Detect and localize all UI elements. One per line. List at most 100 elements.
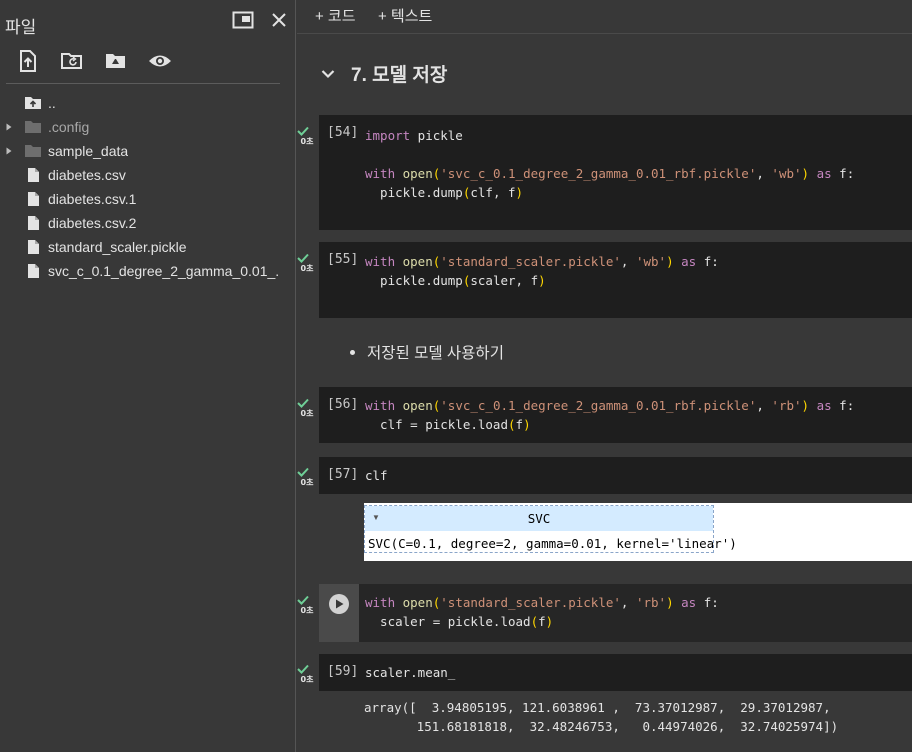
code-cell-55[interactable]: 0초 [55] with open('standard_scaler.pickl…: [297, 242, 912, 318]
expand-arrow-icon[interactable]: [4, 122, 14, 132]
upload-file-button[interactable]: [16, 49, 40, 76]
estimator-diagram[interactable]: ▼ SVC SVC(C=0.1, degree=2, gamma=0.01, k…: [364, 505, 737, 553]
toolbar-divider: [6, 83, 280, 84]
collapse-section-button[interactable]: [319, 65, 337, 83]
file-name: svc_c_0.1_degree_2_gamma_0.01_...: [48, 263, 278, 279]
close-panel-button[interactable]: [267, 10, 291, 34]
keyword: import: [365, 128, 411, 143]
file-icon: [24, 239, 42, 255]
run-time: 0초: [300, 264, 314, 273]
keyword: as: [673, 595, 697, 610]
paren: ): [538, 273, 546, 288]
file-name: diabetes.csv.1: [48, 191, 137, 207]
code-text: ,: [756, 398, 772, 413]
file-tree-item[interactable]: diabetes.csv.2: [0, 211, 296, 235]
notebook-toolbar: + 코드 + 텍스트: [297, 0, 912, 34]
code-cell-58[interactable]: 0초 with open ('standard_scaler.pickle', '…: [297, 584, 912, 642]
checkmark-icon: [297, 126, 309, 136]
code-cell-57[interactable]: 0초 [57] clf: [297, 457, 912, 494]
output-line: 151.68181818, 32.48246753, 0.44974026, 3…: [364, 719, 839, 734]
string-literal: 'rb': [771, 398, 802, 413]
paren: ): [801, 398, 810, 413]
file-tree-item[interactable]: ..: [0, 91, 296, 115]
file-icon: [24, 191, 42, 207]
code-text: pickle.dump: [365, 185, 463, 200]
execution-count: [57]: [327, 467, 359, 482]
refresh-folder-button[interactable]: [60, 50, 84, 76]
estimator-output: ▼ SVC SVC(C=0.1, degree=2, gamma=0.01, k…: [364, 503, 912, 561]
folder-icon: [24, 119, 42, 135]
file-name: diabetes.csv.2: [48, 215, 137, 231]
code-cell-59[interactable]: 0초 [59] scaler.mean_: [297, 654, 912, 691]
paren: ): [801, 166, 810, 181]
output-line: array([ 3.94805195, 121.6038961 , 73.370…: [364, 700, 831, 715]
section-title: 7. 모델 저장: [351, 65, 448, 86]
show-hidden-files-button[interactable]: [148, 50, 172, 76]
file-tree-item[interactable]: diabetes.csv.1: [0, 187, 296, 211]
file-name: standard_scaler.pickle: [48, 239, 187, 255]
mount-drive-button[interactable]: [104, 50, 128, 76]
keyword: with: [365, 166, 396, 181]
paren: (: [508, 417, 516, 432]
cell-output: array([ 3.94805195, 121.6038961 , 73.370…: [364, 698, 838, 736]
string-literal: 'standard_scaler.pickle': [440, 595, 621, 610]
code-text: scaler.mean_: [365, 665, 456, 680]
file-tree-item[interactable]: standard_scaler.pickle: [0, 235, 296, 259]
keyword: as: [809, 166, 832, 181]
run-cell-button[interactable]: [329, 594, 349, 614]
code-text: clf, f: [470, 185, 516, 200]
run-status: 0초: [297, 125, 317, 146]
code-editor[interactable]: scaler.mean_: [365, 663, 455, 682]
file-tree-item[interactable]: svc_c_0.1_degree_2_gamma_0.01_...: [0, 259, 296, 283]
code-text: f:: [831, 166, 855, 181]
chevron-down-icon: [321, 69, 335, 78]
execution-count: [54]: [327, 125, 359, 140]
add-text-cell-button[interactable]: + 텍스트: [378, 5, 432, 26]
run-status: 0초: [297, 397, 317, 418]
folder-refresh-icon: [60, 51, 84, 76]
code-text: clf: [365, 468, 388, 483]
add-code-cell-button[interactable]: + 코드: [315, 5, 356, 26]
execution-count: [59]: [327, 664, 359, 679]
file-panel: 파일 .. .config sample_data diabetes.csv d…: [0, 0, 296, 752]
code-cell-54[interactable]: 0초 [54] import pickle with open('svc_c_0…: [297, 115, 912, 230]
paren: ): [515, 185, 524, 200]
paren: ): [666, 595, 674, 610]
keyword: as: [809, 398, 832, 413]
keyword: with: [365, 595, 396, 610]
run-status: 0초: [297, 594, 317, 615]
folder-icon: [24, 143, 42, 159]
estimator-name: SVC: [527, 511, 551, 526]
checkmark-icon: [297, 467, 309, 477]
string-literal: 'wb': [635, 254, 667, 269]
string-literal: 'svc_c_0.1_degree_2_gamma_0.01_rbf.pickl…: [440, 166, 757, 181]
file-tree-item[interactable]: diabetes.csv: [0, 163, 296, 187]
code-text: f: [538, 614, 546, 629]
paren: (: [530, 614, 539, 629]
estimator-header[interactable]: ▼ SVC: [365, 506, 713, 531]
file-tree-item[interactable]: sample_data: [0, 139, 296, 163]
open-in-tab-icon: [232, 11, 254, 34]
code-text: f: [515, 417, 524, 432]
file-icon: [24, 167, 42, 183]
file-toolbar: [16, 49, 172, 76]
file-name: diabetes.csv: [48, 167, 126, 183]
expand-arrow-icon[interactable]: [4, 146, 14, 156]
code-cell-56[interactable]: 0초 [56] with open ('svc_c_0.1_degree_2_ga…: [297, 387, 912, 443]
code-text: ,: [756, 166, 772, 181]
code-text: f:: [696, 254, 719, 269]
execution-count: [56]: [327, 397, 359, 412]
string-literal: 'wb': [771, 166, 802, 181]
panel-title: 파일: [5, 18, 37, 37]
file-tree-item[interactable]: .config: [0, 115, 296, 139]
play-icon: [336, 599, 344, 609]
code-editor[interactable]: import pickle with open('svc_c_0.1_degre…: [365, 126, 854, 202]
checkmark-icon: [297, 253, 309, 263]
code-editor[interactable]: with open('standard_scaler.pickle', 'wb'…: [365, 252, 719, 290]
code-editor[interactable]: with open ('svc_c_0.1_degree_2_gamma_0.01…: [365, 396, 854, 434]
code-text: ,: [620, 254, 636, 269]
open-in-tab-button[interactable]: [231, 10, 255, 34]
code-editor[interactable]: with open ('standard_scaler.pickle', 'rb'…: [365, 593, 719, 631]
code-editor[interactable]: clf: [365, 466, 388, 485]
code-text: f:: [696, 595, 719, 610]
